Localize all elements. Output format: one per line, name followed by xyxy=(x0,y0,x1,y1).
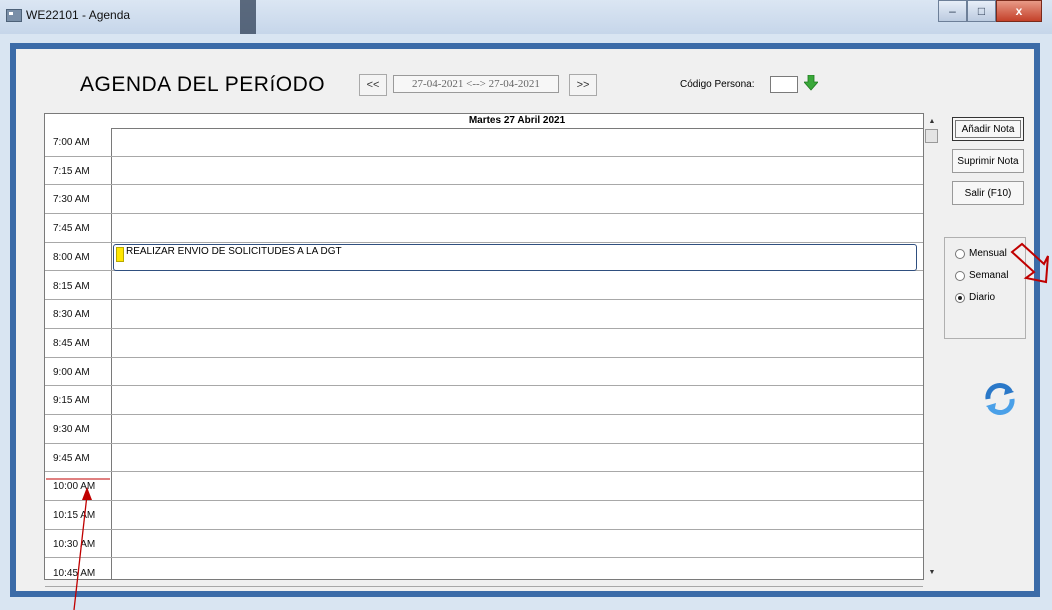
minimize-button[interactable]: – xyxy=(938,0,967,22)
time-slot-label: 9:15 AM xyxy=(53,395,90,407)
time-slot-row[interactable]: 9:45 AM xyxy=(45,444,923,473)
day-header: Martes 27 Abril 2021 xyxy=(111,114,923,129)
time-slot-label: 10:15 AM xyxy=(53,510,96,522)
close-button[interactable]: x xyxy=(996,0,1042,22)
prev-period-button[interactable]: << xyxy=(359,74,387,96)
event-text: REALIZAR ENVIO DE SOLICITUDES A LA DGT xyxy=(126,245,342,257)
time-slot-label: 8:45 AM xyxy=(53,337,90,349)
radio-semanal-label: Semanal xyxy=(969,270,1009,281)
time-slot-label: 7:00 AM xyxy=(53,137,90,148)
app-icon[interactable] xyxy=(6,9,22,22)
time-slot-label: 7:30 AM xyxy=(53,194,90,206)
time-slot-label: 9:00 AM xyxy=(53,366,90,378)
day-schedule-grid: Martes 27 Abril 2021 7:00 AM 7:15 AM 7:30 … xyxy=(44,113,924,588)
time-slot-label: 8:30 AM xyxy=(53,309,90,321)
time-slot-row[interactable]: 8:45 AM xyxy=(45,329,923,358)
period-range-field: 27-04-2021 <--> 27-04-2021 xyxy=(393,75,559,93)
delete-note-button[interactable]: Suprimir Nota xyxy=(952,149,1024,173)
time-slot-label: 9:30 AM xyxy=(53,424,90,435)
window-titlebar: WE22101 - Agenda – □ x xyxy=(0,0,1052,34)
event-flag xyxy=(116,246,124,262)
time-slot-label: 10:45 AM xyxy=(53,567,96,579)
scroll-down-icon[interactable]: ▼ xyxy=(924,566,940,580)
scroll-up-icon[interactable]: ▲ xyxy=(924,115,940,129)
time-slot-row[interactable]: 10:45 AM xyxy=(45,559,923,588)
window-body: AGENDA DEL PERíODO << 27-04-2021 <--> 27… xyxy=(0,34,1052,610)
time-slot-label: 10:00 AM xyxy=(53,481,96,493)
view-mode-group: Mensual Semanal Diario xyxy=(944,237,1026,339)
next-period-button[interactable]: >> xyxy=(569,74,597,96)
agenda-panel: AGENDA DEL PERíODO << 27-04-2021 <--> 27… xyxy=(16,49,1034,591)
vertical-scrollbar[interactable]: ▲ ▼ xyxy=(924,115,940,580)
time-slot-row[interactable]: 9:00 AM xyxy=(45,358,923,387)
time-slot-row[interactable]: 9:15 AM xyxy=(45,386,923,415)
radio-mensual[interactable]: Mensual xyxy=(955,248,1007,259)
add-note-button[interactable]: Añadir Nota xyxy=(952,117,1024,141)
time-slot-label: 8:15 AM xyxy=(53,280,90,292)
radio-diario[interactable]: Diario xyxy=(955,292,995,303)
exit-button[interactable]: Salir (F10) xyxy=(952,181,1024,205)
time-slot-row[interactable]: 7:45 AM xyxy=(45,214,923,243)
arrow-down-icon[interactable] xyxy=(804,75,818,91)
maximize-button[interactable]: □ xyxy=(967,0,996,22)
agenda-frame: AGENDA DEL PERíODO << 27-04-2021 <--> 27… xyxy=(10,43,1040,597)
radio-mensual-label: Mensual xyxy=(969,248,1007,259)
window-title: WE22101 - Agenda xyxy=(26,8,131,22)
time-slot-label: 10:30 AM xyxy=(53,538,96,550)
titlebar-shade xyxy=(240,0,256,34)
time-slot-row[interactable]: 7:15 AM xyxy=(45,157,923,186)
codigo-persona-label: Código Persona: xyxy=(680,79,755,90)
window-controls: – □ x xyxy=(938,0,1042,22)
radio-diario-dot xyxy=(955,292,965,303)
time-slot-row[interactable]: 10:30 AM xyxy=(45,530,923,559)
appointment-event[interactable]: REALIZAR ENVIO DE SOLICITUDES A LA DGT xyxy=(113,243,917,271)
codigo-persona-input[interactable] xyxy=(770,76,798,93)
page-title: AGENDA DEL PERíODO xyxy=(80,73,326,96)
time-slot-row[interactable]: 9:30 AM xyxy=(45,415,923,444)
radio-mensual-dot xyxy=(955,248,965,259)
time-slot-label: 7:15 AM xyxy=(53,165,90,177)
radio-semanal-dot xyxy=(955,270,965,281)
time-slot-label: 7:45 AM xyxy=(53,223,90,235)
agenda-background: AGENDA DEL PERíODO << 27-04-2021 <--> 27… xyxy=(16,49,1034,591)
time-slot-row[interactable]: 7:00 AM xyxy=(45,128,923,157)
time-slot-row[interactable]: 10:15 AM xyxy=(45,501,923,530)
time-slot-row[interactable]: 8:30 AM xyxy=(45,300,923,329)
time-slot-row[interactable]: 10:00 AM xyxy=(45,472,923,502)
scroll-thumb[interactable] xyxy=(925,129,938,143)
time-slot-row[interactable]: 7:30 AM xyxy=(45,185,923,215)
refresh-icon[interactable] xyxy=(982,381,1018,417)
time-slot-label: 9:45 AM xyxy=(53,452,90,464)
radio-diario-label: Diario xyxy=(969,292,996,303)
radio-semanal[interactable]: Semanal xyxy=(955,270,1008,281)
time-slot-label: 8:00 AM xyxy=(53,251,90,263)
time-slot-row[interactable]: 8:15 AM xyxy=(45,272,923,301)
